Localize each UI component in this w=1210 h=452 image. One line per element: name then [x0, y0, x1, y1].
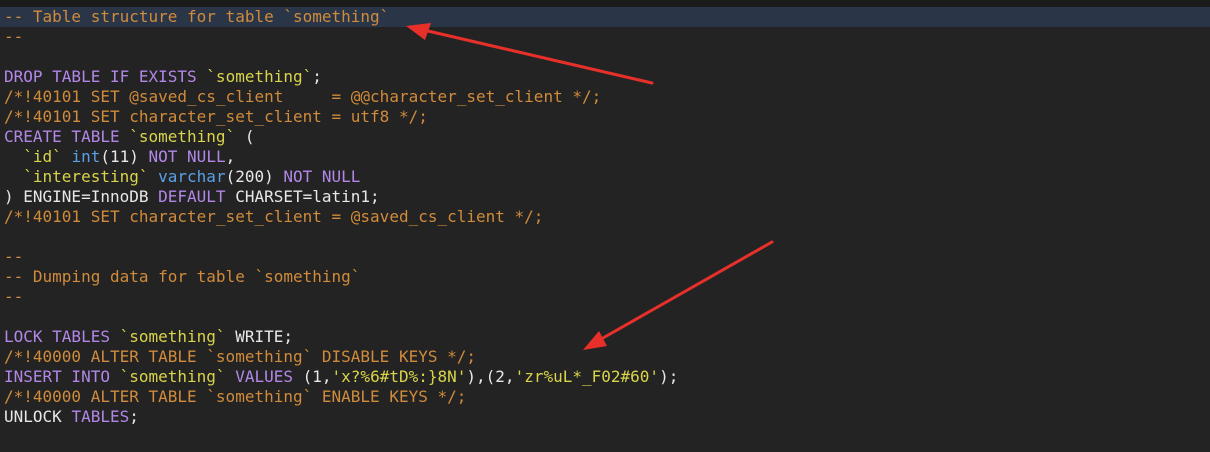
string-literal: 'zr%uL*_F02#60'	[514, 367, 660, 386]
comment-text: -- Table structure for table `something`	[4, 7, 390, 26]
sql-keyword: LOCK TABLES	[4, 327, 120, 346]
comment-text: /*!40000 ALTER TABLE `something` ENABLE …	[4, 387, 467, 406]
code-line[interactable]: --	[4, 247, 1210, 267]
code-line[interactable]: CREATE TABLE `something` (	[4, 127, 1210, 147]
string-literal: 'x?%6#tD%:}8N'	[331, 367, 467, 386]
sql-keyword: DEFAULT	[158, 187, 226, 206]
code-text: ) ENGINE=InnoDB	[4, 187, 159, 206]
code-line[interactable]	[4, 47, 1210, 67]
string-literal: `something`	[119, 327, 226, 346]
code-line[interactable]: ) ENGINE=InnoDB DEFAULT CHARSET=latin1;	[4, 187, 1210, 207]
code-line-highlighted[interactable]: -- Table structure for table `something`	[0, 7, 1210, 27]
code-text: (	[235, 127, 255, 146]
code-line[interactable]	[4, 307, 1210, 327]
code-line[interactable]: --	[4, 27, 1210, 47]
code-line[interactable]: /*!40101 SET @saved_cs_client = @@charac…	[4, 87, 1210, 107]
code-text: UNLOCK	[4, 407, 72, 426]
code-line[interactable]: UNLOCK TABLES;	[4, 407, 1210, 427]
comment-text: --	[4, 287, 24, 306]
sql-keyword: NOT NULL	[283, 167, 361, 186]
code-line[interactable]: `id` int(11) NOT NULL,	[4, 147, 1210, 167]
sql-keyword: DROP TABLE IF EXISTS	[4, 67, 207, 86]
string-literal: `something`	[129, 127, 236, 146]
string-literal: `id`	[23, 147, 62, 166]
string-literal: `interesting`	[23, 167, 149, 186]
string-literal: `something`	[119, 367, 226, 386]
data-type: int	[71, 147, 101, 166]
data-type: varchar	[158, 167, 226, 186]
comment-text: --	[4, 27, 24, 46]
comment-text: /*!40101 SET character_set_client = utf8…	[4, 107, 428, 126]
code-line[interactable]: INSERT INTO `something` VALUES (1,'x?%6#…	[4, 367, 1210, 387]
code-text: ;	[312, 67, 322, 86]
comment-text: /*!40101 SET @saved_cs_client = @@charac…	[4, 87, 602, 106]
code-line[interactable]: /*!40101 SET character_set_client = utf8…	[4, 107, 1210, 127]
code-text: ),(2,	[466, 367, 515, 386]
code-text: ;	[129, 407, 139, 426]
code-line[interactable]: LOCK TABLES `something` WRITE;	[4, 327, 1210, 347]
sql-keyword: CREATE TABLE	[4, 127, 130, 146]
sql-code-view[interactable]: -- Table structure for table `something`…	[0, 7, 1210, 427]
code-line[interactable]	[4, 227, 1210, 247]
comment-text: --	[4, 247, 24, 266]
code-text: WRITE;	[225, 327, 293, 346]
code-line[interactable]: /*!40101 SET character_set_client = @sav…	[4, 207, 1210, 227]
comment-text: /*!40101 SET character_set_client = @sav…	[4, 207, 544, 226]
sql-keyword: TABLES	[71, 407, 130, 426]
comment-text: /*!40000 ALTER TABLE `something` DISABLE…	[4, 347, 477, 366]
code-line[interactable]: /*!40000 ALTER TABLE `something` ENABLE …	[4, 387, 1210, 407]
code-editor[interactable]: -- Table structure for table `something`…	[0, 0, 1210, 452]
code-text: (1,	[293, 367, 332, 386]
code-line[interactable]: `interesting` varchar(200) NOT NULL	[4, 167, 1210, 187]
code-text: ,	[225, 147, 236, 166]
code-text: );	[659, 367, 679, 386]
code-line[interactable]: DROP TABLE IF EXISTS `something`;	[4, 67, 1210, 87]
sql-keyword: INSERT INTO	[4, 367, 120, 386]
code-line[interactable]: --	[4, 287, 1210, 307]
string-literal: `something`	[206, 67, 313, 86]
editor-top-strip	[0, 0, 1210, 7]
sql-keyword: NOT NULL	[148, 147, 226, 166]
sql-keyword: VALUES	[235, 367, 293, 386]
code-line[interactable]: -- Dumping data for table `something`	[4, 267, 1210, 287]
code-line[interactable]: /*!40000 ALTER TABLE `something` DISABLE…	[4, 347, 1210, 367]
code-text: (11)	[100, 147, 149, 166]
comment-text: -- Dumping data for table `something`	[4, 267, 361, 286]
code-text: (200)	[225, 167, 284, 186]
code-text: CHARSET=latin1;	[225, 187, 380, 206]
